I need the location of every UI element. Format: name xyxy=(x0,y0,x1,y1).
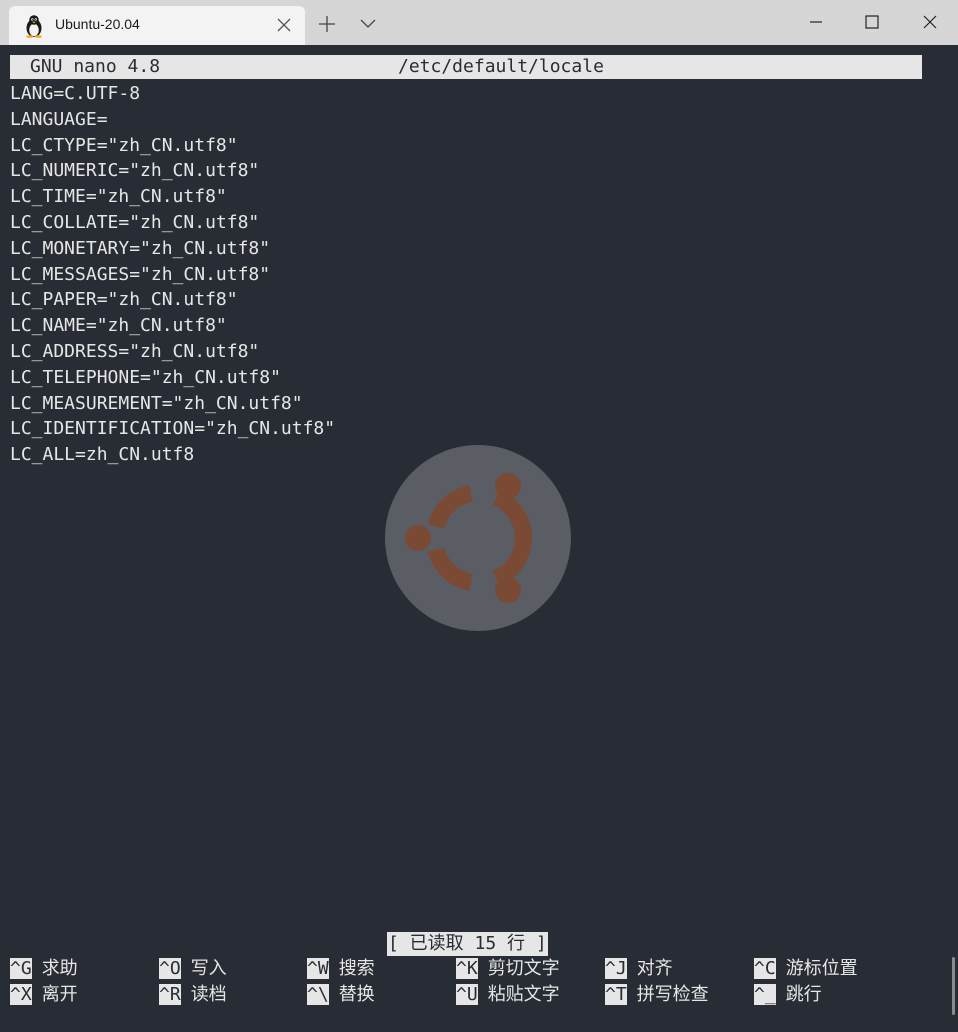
shortcut-label: 写入 xyxy=(190,958,227,979)
shortcut-row-1: ^G 求助 ^O 写入 ^W 搜索 ^K 剪切文字 ^J 对齐 ^C 游标位置 xyxy=(10,956,950,982)
shortcut-key: ^R xyxy=(159,984,181,1005)
shortcut-key: ^\ xyxy=(307,984,329,1005)
shortcut-key: ^W xyxy=(307,958,329,979)
shortcut-key: ^T xyxy=(605,984,627,1005)
shortcut-row-2: ^X 离开 ^R 读档 ^\ 替换 ^U 粘贴文字 ^T 拼写检查 ^_ 跳行 xyxy=(10,982,950,1008)
shortcut-spell-check[interactable]: ^T 拼写检查 xyxy=(605,982,709,1008)
shortcut-label: 对齐 xyxy=(636,958,673,979)
shortcut-key: ^U xyxy=(456,984,478,1005)
tab-ubuntu[interactable]: Ubuntu-20.04 xyxy=(9,6,305,45)
shortcut-label: 读档 xyxy=(190,984,227,1005)
file-line[interactable]: LC_ALL=zh_CN.utf8 xyxy=(10,442,335,468)
shortcut-key: ^K xyxy=(456,958,478,979)
shortcut-help[interactable]: ^G 求助 xyxy=(10,956,78,982)
file-line[interactable]: LANGUAGE= xyxy=(10,107,335,133)
shortcut-label: 替换 xyxy=(338,984,375,1005)
shortcut-key: ^_ xyxy=(754,984,776,1005)
shortcut-cut-text[interactable]: ^K 剪切文字 xyxy=(456,956,560,982)
shortcut-key: ^O xyxy=(159,958,181,979)
shortcut-label: 拼写检查 xyxy=(636,984,709,1005)
shortcut-key: ^G xyxy=(10,958,32,979)
tab-title: Ubuntu-20.04 xyxy=(55,16,140,32)
nano-filename: /etc/default/locale xyxy=(398,56,604,77)
file-content[interactable]: LANG=C.UTF-8 LANGUAGE= LC_CTYPE="zh_CN.u… xyxy=(10,81,335,468)
shortcut-label: 游标位置 xyxy=(785,958,858,979)
shortcut-go-to-line[interactable]: ^_ 跳行 xyxy=(754,982,822,1008)
shortcut-key: ^X xyxy=(10,984,32,1005)
file-line[interactable]: LC_NAME="zh_CN.utf8" xyxy=(10,313,335,339)
terminal-area[interactable]: GNU nano 4.8 /etc/default/locale LANG=C.… xyxy=(0,45,958,1032)
shortcut-search[interactable]: ^W 搜索 xyxy=(307,956,375,982)
nano-header-bar: GNU nano 4.8 /etc/default/locale xyxy=(10,55,922,79)
minimize-icon[interactable] xyxy=(802,8,830,36)
nano-version: GNU nano 4.8 xyxy=(30,56,161,77)
shortcut-label: 跳行 xyxy=(785,984,822,1005)
file-line[interactable]: LC_NUMERIC="zh_CN.utf8" xyxy=(10,158,335,184)
shortcut-label: 搜索 xyxy=(338,958,375,979)
maximize-icon[interactable] xyxy=(858,8,886,36)
scrollbar-thumb[interactable] xyxy=(952,957,955,1015)
shortcut-replace[interactable]: ^\ 替换 xyxy=(307,982,375,1008)
shortcut-label: 求助 xyxy=(41,958,78,979)
shortcut-label: 剪切文字 xyxy=(487,958,560,979)
file-line[interactable]: LC_MESSAGES="zh_CN.utf8" xyxy=(10,262,335,288)
file-line[interactable]: LANG=C.UTF-8 xyxy=(10,81,335,107)
ubuntu-logo-watermark-icon xyxy=(385,445,571,631)
file-line[interactable]: LC_TELEPHONE="zh_CN.utf8" xyxy=(10,365,335,391)
shortcut-key: ^J xyxy=(605,958,627,979)
file-line[interactable]: LC_MONETARY="zh_CN.utf8" xyxy=(10,236,335,262)
title-bar: Ubuntu-20.04 xyxy=(0,0,958,45)
shortcut-write-out[interactable]: ^O 写入 xyxy=(159,956,227,982)
shortcut-label: 离开 xyxy=(41,984,78,1005)
file-line[interactable]: LC_PAPER="zh_CN.utf8" xyxy=(10,287,335,313)
tab-close-icon[interactable] xyxy=(275,16,293,34)
shortcut-justify[interactable]: ^J 对齐 xyxy=(605,956,673,982)
file-line[interactable]: LC_IDENTIFICATION="zh_CN.utf8" xyxy=(10,416,335,442)
nano-status-message: [ 已读取 15 行 ] xyxy=(387,932,548,956)
file-line[interactable]: LC_TIME="zh_CN.utf8" xyxy=(10,184,335,210)
file-line[interactable]: LC_COLLATE="zh_CN.utf8" xyxy=(10,210,335,236)
file-line[interactable]: LC_CTYPE="zh_CN.utf8" xyxy=(10,133,335,159)
terminal-window: Ubuntu-20.04 GNU nano 4.8 /etc/default/l… xyxy=(0,0,958,1032)
shortcut-cursor-position[interactable]: ^C 游标位置 xyxy=(754,956,858,982)
shortcut-read-file[interactable]: ^R 读档 xyxy=(159,982,227,1008)
shortcut-exit[interactable]: ^X 离开 xyxy=(10,982,78,1008)
shortcut-key: ^C xyxy=(754,958,776,979)
shortcut-paste-text[interactable]: ^U 粘贴文字 xyxy=(456,982,560,1008)
new-tab-plus-icon[interactable] xyxy=(317,14,337,34)
chevron-down-icon[interactable] xyxy=(358,16,378,32)
file-line[interactable]: LC_MEASUREMENT="zh_CN.utf8" xyxy=(10,391,335,417)
tux-penguin-icon xyxy=(26,15,42,38)
file-line[interactable]: LC_ADDRESS="zh_CN.utf8" xyxy=(10,339,335,365)
shortcut-label: 粘贴文字 xyxy=(487,984,560,1005)
close-icon[interactable] xyxy=(916,8,944,36)
